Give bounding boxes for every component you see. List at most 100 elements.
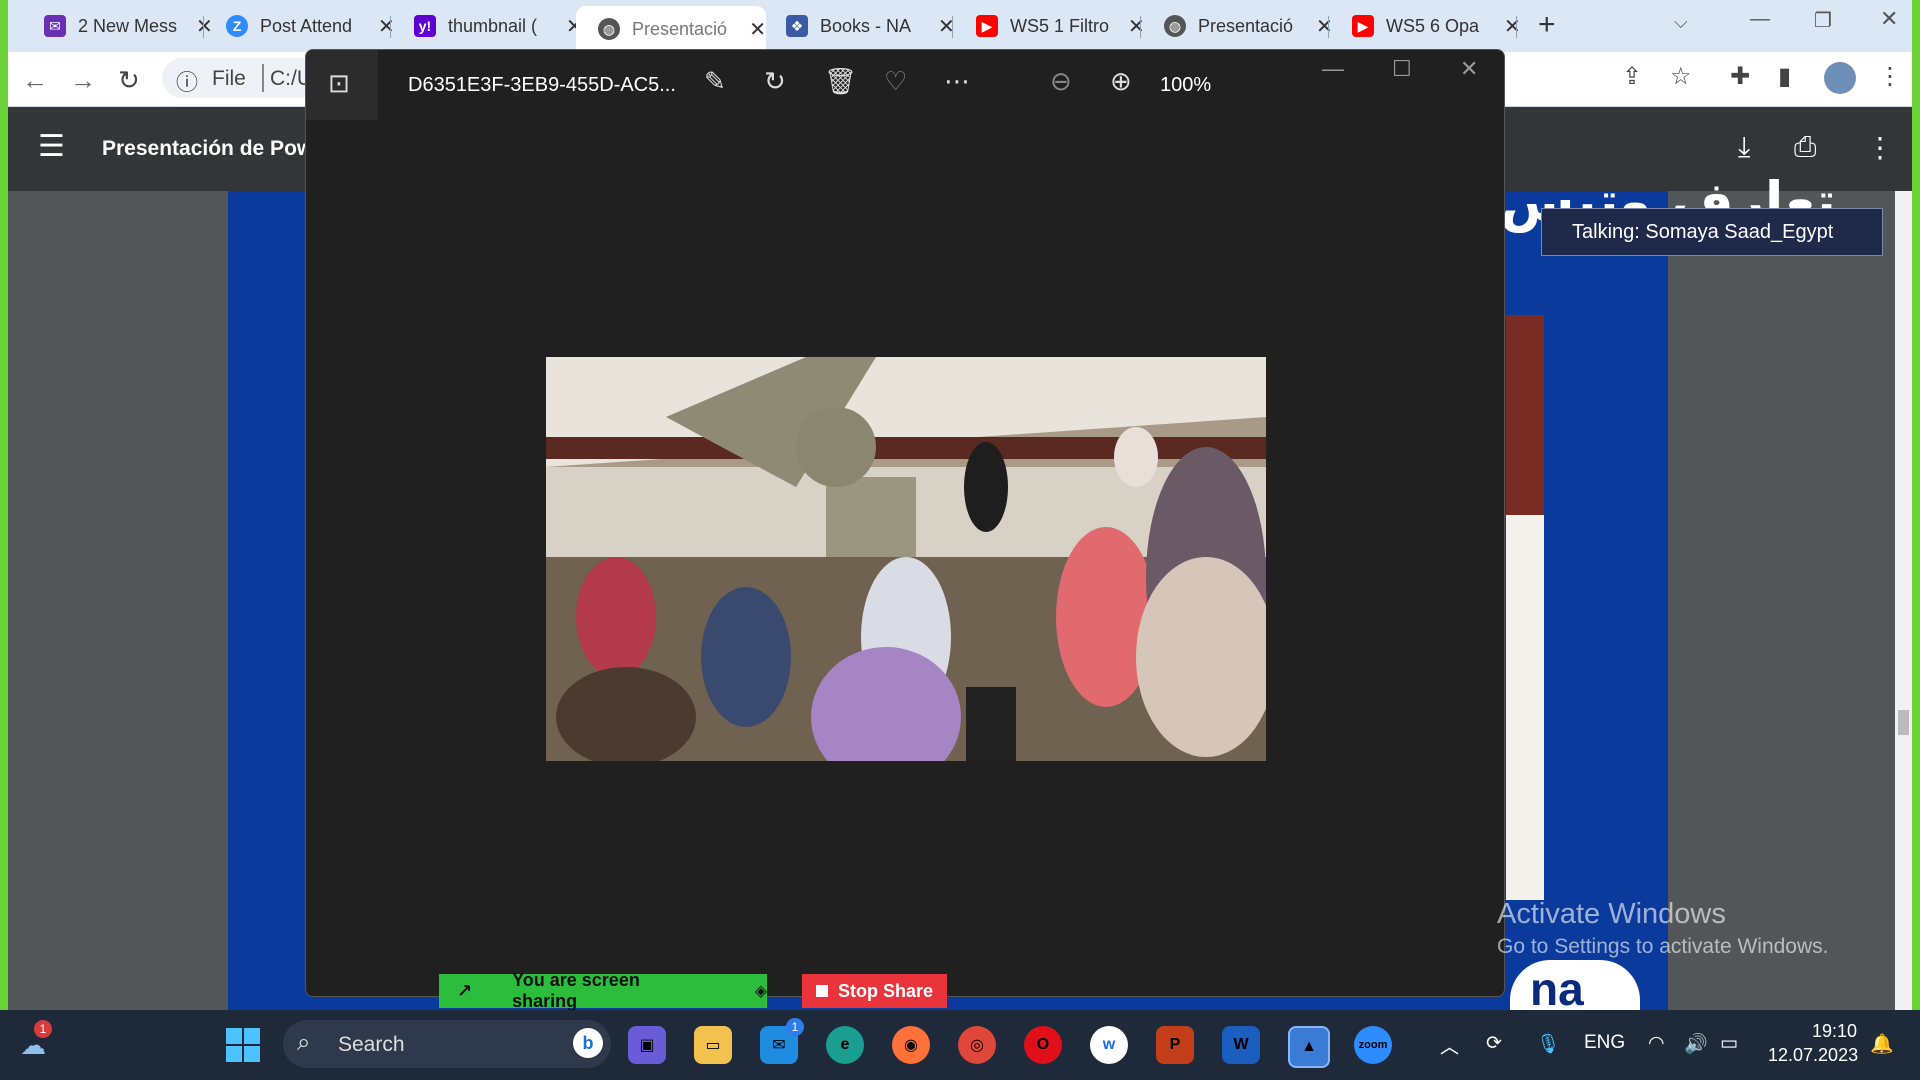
clock-time[interactable]: 19:10 (1812, 1021, 1857, 1042)
chrome-icon[interactable]: ◎ (958, 1026, 996, 1064)
show-hidden-icons-chevron[interactable]: ︿ (1440, 1032, 1459, 1059)
globe-icon: ◍ (1164, 15, 1186, 37)
tab-label: Books - NA (820, 15, 912, 36)
tab-label: WS5 1 Filtro (1010, 15, 1110, 36)
stop-square-icon (815, 985, 828, 997)
start-button[interactable] (224, 1026, 262, 1064)
tab-label: 2 New Mess (78, 15, 178, 36)
talking-label: Talking: Somaya Saad_Egypt (1572, 220, 1834, 243)
hamburger-menu-icon[interactable]: ☰ (38, 129, 65, 164)
screen-sharing-banner[interactable]: ↗ You are screen sharing ◈ (439, 970, 767, 1011)
tab-label: WS5 6 Opa (1386, 15, 1480, 36)
teams-chat-icon[interactable]: ▣ (628, 1026, 666, 1064)
zoom-in-icon[interactable]: ⊕ (1110, 66, 1132, 97)
address-scheme: File (212, 67, 246, 90)
extensions-puzzle-icon[interactable]: ✚ (1730, 62, 1750, 91)
activate-windows-subtitle: Go to Settings to activate Windows. (1497, 935, 1829, 958)
photos-gallery-button[interactable]: ⊡ (306, 50, 378, 120)
photos-minimize-icon[interactable]: — (1322, 56, 1344, 82)
word-icon[interactable]: W (1222, 1026, 1260, 1064)
mail-badge: 1 (786, 1018, 804, 1036)
youtube-icon: ▶ (976, 15, 998, 37)
photos-close-icon[interactable]: ✕ (1460, 56, 1478, 82)
restore-icon[interactable]: ❐ (1814, 8, 1832, 33)
browser-tab-presentacion-active[interactable]: ◍ Presentació ✕ (576, 6, 766, 52)
download-icon[interactable]: ⤓ (1738, 131, 1750, 164)
forward-arrow-icon[interactable]: → (70, 65, 96, 96)
pdf-more-icon[interactable]: ⋮ (1866, 131, 1894, 164)
youtube-icon: ▶ (1352, 15, 1374, 37)
delete-trash-icon[interactable]: 🗑 (824, 66, 857, 97)
favorite-heart-icon[interactable]: ♡ (884, 66, 907, 97)
zoom-app-icon[interactable]: zoom (1354, 1026, 1392, 1064)
volume-icon[interactable]: 🔊 (1684, 1032, 1708, 1056)
rotate-icon[interactable]: ↻ (764, 66, 786, 97)
pdf-scrollbar[interactable] (1895, 191, 1912, 1010)
firefox-icon[interactable]: ◉ (892, 1026, 930, 1064)
browser-tab-presentacion[interactable]: ◍ Presentació ✕ (1142, 6, 1333, 46)
mail-icon: ✉ (44, 15, 66, 37)
info-icon[interactable]: ⓘ (176, 65, 198, 97)
na-logo-text: na (1530, 963, 1584, 1015)
photos-maximize-icon[interactable]: ☐ (1392, 56, 1412, 82)
books-icon: ❖ (786, 15, 808, 37)
sync-icon[interactable]: ⟳ (1486, 1032, 1502, 1055)
edge-icon[interactable]: e (826, 1026, 864, 1064)
browser-tab-books[interactable]: ❖ Books - NA ✕ (764, 6, 955, 46)
battery-icon[interactable]: ▭ (1720, 1032, 1738, 1055)
side-panel-icon[interactable]: ▮ (1778, 62, 1791, 91)
windows-logo-icon (226, 1028, 260, 1062)
opera-icon[interactable]: O (1024, 1026, 1062, 1064)
tab-label: Presentació (1198, 15, 1294, 36)
minimize-icon[interactable]: — (1750, 8, 1770, 31)
browser-tab-zoom[interactable]: Z Post Attend ✕ (204, 6, 395, 46)
globe-icon: ◍ (598, 18, 620, 40)
back-arrow-icon[interactable]: ← (22, 65, 48, 96)
tab-label: Post Attend (260, 15, 353, 36)
displayed-photo (546, 357, 1266, 761)
profile-avatar[interactable] (1824, 62, 1856, 94)
wifi-icon[interactable]: ◠ (1648, 1032, 1665, 1055)
browser-tab-youtube-ws5-1[interactable]: ▶ WS5 1 Filtro ✕ (954, 6, 1145, 46)
notification-bell-icon[interactable]: 🔔 (1870, 1032, 1894, 1056)
tab-label: Presentació (632, 18, 728, 39)
search-label: Search (338, 1033, 405, 1056)
browser-tab-mail[interactable]: ✉ 2 New Mess ✕ (22, 6, 213, 46)
new-tab-plus-icon[interactable]: + (1538, 8, 1556, 42)
browser-tab-youtube-ws5-6[interactable]: ▶ WS5 6 Opa ✕ (1330, 6, 1521, 46)
slide-image-top (1506, 315, 1544, 515)
zoom-level[interactable]: 100% (1160, 74, 1211, 97)
pdf-scroll-thumb[interactable] (1898, 710, 1909, 735)
zoom-talking-indicator: Talking: Somaya Saad_Egypt (1541, 208, 1883, 256)
taskbar-search-box[interactable]: ⌕ b (283, 1020, 611, 1068)
more-options-icon[interactable]: ⋯ (944, 66, 970, 97)
powerpoint-icon[interactable]: P (1156, 1026, 1194, 1064)
file-explorer-icon[interactable]: ▭ (694, 1026, 732, 1064)
share-icon[interactable]: ⇪ (1622, 62, 1642, 91)
print-icon[interactable]: ⎙ (1794, 131, 1816, 164)
chrome-menu-icon[interactable]: ⋮ (1878, 62, 1902, 91)
photos-app-icon[interactable]: ▲ (1288, 1026, 1330, 1068)
language-indicator[interactable]: ENG (1584, 1032, 1625, 1054)
browser-tab-strip: ✉ 2 New Mess ✕ Z Post Attend ✕ y! thumbn… (8, 0, 1912, 52)
edit-image-icon[interactable]: ✎ (704, 66, 726, 97)
stop-share-label: Stop Share (837, 980, 934, 1001)
close-window-icon[interactable]: ✕ (1880, 6, 1898, 32)
w-app-icon[interactable]: w (1090, 1026, 1128, 1064)
browser-tab-yahoo[interactable]: y! thumbnail ( ✕ (392, 6, 583, 46)
screen-sharing-status: You are screen sharing (512, 970, 640, 1011)
clock-date[interactable]: 12.07.2023 (1768, 1045, 1858, 1066)
share-status-icon: ↗ (457, 980, 473, 1001)
microphone-icon[interactable]: 🎙 (1536, 1032, 1560, 1056)
address-divider (262, 64, 264, 92)
close-icon[interactable]: ✕ (1504, 14, 1521, 39)
bing-icon: b (573, 1028, 603, 1058)
bookmark-star-icon[interactable]: ☆ (1670, 62, 1692, 91)
search-icon: ⌕ (297, 1029, 311, 1056)
tab-search-chevron-icon[interactable]: ⌵ (1674, 12, 1688, 33)
stop-share-button[interactable]: Stop Share (802, 974, 947, 1008)
tab-label: thumbnail ( (448, 15, 538, 36)
reload-icon[interactable]: ↻ (118, 65, 140, 96)
photo-illustration (546, 357, 1266, 761)
zoom-out-icon[interactable]: ⊖ (1050, 66, 1072, 97)
